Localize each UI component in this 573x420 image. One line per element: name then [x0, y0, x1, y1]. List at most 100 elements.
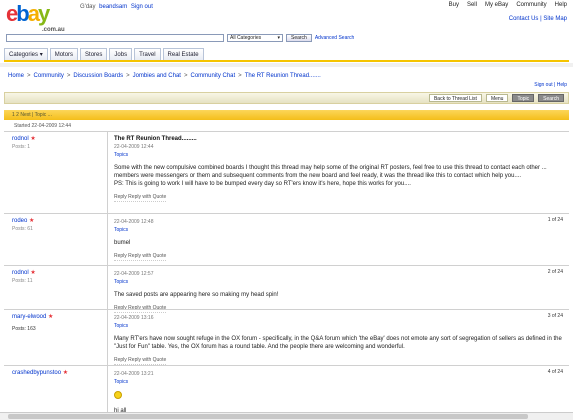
- thread-toolbar: Back to Thread List Menu Topic Search: [4, 92, 569, 104]
- tab-jobs[interactable]: Jobs: [109, 48, 133, 60]
- breadcrumb-community-chat[interactable]: Community Chat: [190, 73, 235, 79]
- reply-links[interactable]: Reply Reply with Quote: [114, 357, 167, 365]
- author-posts: Posts: 1: [12, 144, 31, 150]
- post-number: 3 of 24: [547, 313, 563, 319]
- list-item: mary-elwood ★ Posts: 163 22-04-2009 13:1…: [4, 309, 569, 365]
- breadcrumb-home[interactable]: Home: [8, 73, 24, 79]
- author-link[interactable]: rodnol ★: [12, 269, 99, 276]
- reply-links[interactable]: Reply Reply with Quote: [114, 194, 167, 202]
- breadcrumb: Home > Community > Discussion Boards > Jombies…: [8, 73, 321, 79]
- back-to-thread-list-button[interactable]: Back to Thread List: [428, 94, 482, 102]
- post-topic-link[interactable]: Topics: [114, 279, 563, 285]
- smiley-icon: [114, 391, 122, 399]
- author-link[interactable]: rodeo ★: [12, 217, 99, 224]
- chevron-down-icon: ▾: [39, 52, 43, 58]
- post-number: 4 of 24: [547, 369, 563, 375]
- post-author: mary-elwood ★ Posts: 163: [4, 310, 108, 365]
- nav-my-ebay[interactable]: My eBay: [485, 2, 508, 8]
- tab-real-estate[interactable]: Real Estate: [162, 48, 204, 60]
- breadcrumb-thread[interactable]: The RT Reunion Thread.......: [245, 73, 321, 79]
- topic-button[interactable]: Topic: [512, 94, 535, 102]
- list-item: rodeo ★ Posts: 61 22-04-2009 12:48 Topic…: [4, 213, 569, 265]
- category-tabs: Categories ▾ Motors Stores Jobs Travel R…: [4, 48, 569, 62]
- post-text: Some with the new compulsive combined bo…: [114, 165, 547, 187]
- breadcrumb-sep: >: [238, 73, 242, 79]
- chevron-down-icon: ▾: [277, 35, 280, 41]
- right-links[interactable]: Sign out | Help: [534, 82, 567, 88]
- star-icon: ★: [48, 314, 54, 320]
- author-name: rodeo: [12, 218, 28, 224]
- search-input[interactable]: [6, 34, 224, 42]
- search-toolbar-button[interactable]: Search: [538, 94, 564, 102]
- post-number: 1 of 24: [547, 217, 563, 223]
- nav-buy[interactable]: Buy: [449, 2, 459, 8]
- author-name: mary-elwood: [12, 314, 47, 320]
- category-select[interactable]: All Categories ▾: [227, 34, 283, 42]
- post-topic-link[interactable]: Topics: [114, 323, 563, 329]
- nav-help[interactable]: Help: [555, 2, 567, 8]
- breadcrumb-discussion-boards[interactable]: Discussion Boards: [73, 73, 123, 79]
- star-icon: ★: [62, 370, 69, 376]
- post-text: bumel: [114, 240, 131, 246]
- signout-link[interactable]: Sign out: [131, 4, 153, 10]
- reply-links[interactable]: Reply Reply with Quote: [114, 253, 167, 261]
- greeting: G'day beandsam Sign out: [80, 4, 153, 10]
- post-body: 22-04-2009 13:16 Topics Many RT'ers have…: [108, 310, 569, 368]
- tab-categories[interactable]: Categories ▾: [4, 48, 48, 60]
- contact-sitemap-links[interactable]: Contact Us | Site Map: [509, 16, 567, 22]
- author-link[interactable]: mary-elwood ★: [12, 313, 99, 320]
- post-body: 22-04-2009 12:48 Topics bumel Reply Repl…: [108, 214, 569, 264]
- post-date: 22-04-2009 13:21: [114, 371, 154, 377]
- author-link[interactable]: rodnol ★: [12, 135, 99, 142]
- author-posts: Posts: 61: [12, 226, 33, 232]
- breadcrumb-sep: >: [126, 73, 130, 79]
- post-body: 22-04-2009 13:21 Topics hi all 4 of 24: [108, 366, 569, 418]
- tab-motors[interactable]: Motors: [49, 48, 79, 60]
- post-topic-link[interactable]: Topics: [114, 152, 563, 158]
- post-topic-link[interactable]: Topics: [114, 379, 563, 385]
- top-nav: Buy Sell My eBay Community Help: [449, 2, 567, 8]
- post-author: rodeo ★ Posts: 61: [4, 214, 108, 265]
- tab-stores[interactable]: Stores: [80, 48, 108, 60]
- banner-divider: [0, 63, 573, 67]
- author-posts: Posts: 163: [12, 326, 36, 332]
- post-text: The saved posts are appearing here so ma…: [114, 292, 279, 298]
- logo-letter-a: a: [27, 1, 40, 26]
- author-name: crashedbypunstoo: [12, 370, 62, 376]
- advanced-search-link[interactable]: Advanced Search: [315, 35, 354, 41]
- ebay-logo[interactable]: ebay .com.au: [6, 1, 65, 34]
- list-item: rodnol ★ Posts: 1 The RT Reunion Thread.…: [4, 131, 569, 213]
- thread-pagination-bar[interactable]: 1 2 Next | Topic ...: [4, 110, 569, 120]
- post-author: rodnol ★ Posts: 11: [4, 266, 108, 309]
- star-icon: ★: [30, 136, 36, 142]
- ebay-forum-page: { "header": { "logo_letters": ["e","b","…: [0, 0, 573, 420]
- greeting-text: G'day: [80, 4, 96, 10]
- breadcrumb-jombies-chat[interactable]: Jombies and Chat: [133, 73, 181, 79]
- breadcrumb-sep: >: [27, 73, 31, 79]
- logo-letter-b: b: [16, 1, 30, 26]
- tab-travel[interactable]: Travel: [134, 48, 161, 60]
- search-button[interactable]: Search: [286, 34, 312, 42]
- list-item: rodnol ★ Posts: 11 22-04-2009 12:57 Topi…: [4, 265, 569, 313]
- post-list: rodnol ★ Posts: 1 The RT Reunion Thread.…: [4, 131, 569, 420]
- logo-letter-e: e: [6, 1, 18, 26]
- scrollbar-thumb[interactable]: [8, 414, 528, 419]
- post-date: 22-04-2009 13:16: [114, 315, 154, 321]
- post-date: 22-04-2009 12:44: [114, 144, 154, 150]
- category-select-value: All Categories: [230, 35, 262, 41]
- nav-community[interactable]: Community: [516, 2, 546, 8]
- author-link[interactable]: crashedbypunstoo ★: [12, 369, 99, 376]
- header: ebay .com.au G'day beandsam Sign out Buy…: [0, 0, 573, 34]
- nav-sell[interactable]: Sell: [467, 2, 477, 8]
- post-number: 2 of 24: [547, 269, 563, 275]
- breadcrumb-sep: >: [66, 73, 71, 79]
- menu-button[interactable]: Menu: [485, 94, 509, 102]
- tab-categories-label: Categories: [9, 52, 39, 58]
- author-name: rodnol: [12, 270, 29, 276]
- breadcrumb-community[interactable]: Community: [34, 73, 64, 79]
- post-topic-link[interactable]: Topics: [114, 227, 563, 233]
- username-link[interactable]: beandsam: [99, 4, 127, 10]
- post-title: The RT Reunion Thread.........: [114, 136, 197, 142]
- star-icon: ★: [29, 218, 35, 224]
- horizontal-scrollbar[interactable]: [0, 412, 573, 420]
